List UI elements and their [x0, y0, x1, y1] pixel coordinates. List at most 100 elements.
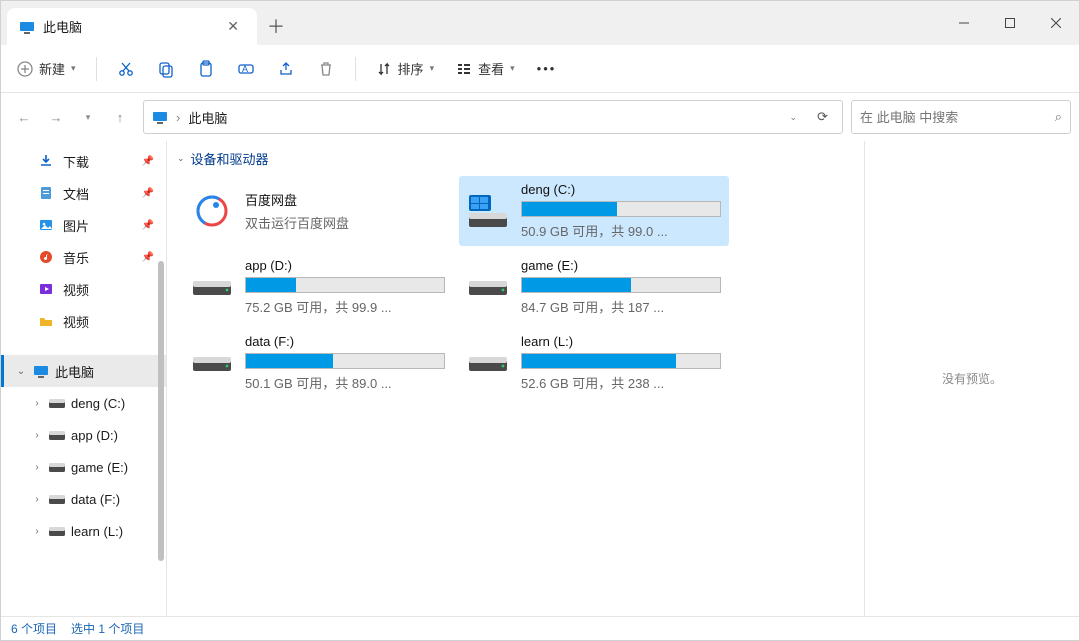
drive-usage-bar: [245, 353, 445, 369]
drive-free-text: 50.1 GB 可用，共 89.0 ...: [245, 373, 447, 392]
this-pc-icon: [33, 363, 49, 379]
group-header-label: 设备和驱动器: [191, 149, 269, 168]
sidebar-quick-folder[interactable]: 视频: [1, 305, 166, 337]
view-button[interactable]: 查看 ▾: [448, 53, 523, 84]
tab-title: 此电脑: [43, 17, 213, 36]
tab-close-button[interactable]: ✕: [221, 16, 245, 37]
scissors-icon: [117, 60, 135, 78]
sidebar-drive-gamee[interactable]: › game (E:): [1, 451, 166, 483]
file-explorer-window: 此电脑 ✕ ＋ 新建 ▾ A 排序 ▾: [0, 0, 1080, 641]
search-box[interactable]: ⌕: [851, 100, 1071, 134]
scrollbar-thumb[interactable]: [158, 261, 164, 561]
cut-button[interactable]: [109, 54, 143, 84]
document-icon: [37, 185, 55, 201]
tile-baidu-netdisk[interactable]: 百度网盘双击运行百度网盘: [183, 176, 453, 246]
delete-button[interactable]: [309, 54, 343, 84]
image-icon: [37, 217, 55, 233]
chevron-down-icon: ⌄: [177, 153, 185, 164]
chevron-right-icon[interactable]: ›: [31, 494, 43, 505]
sidebar-drive-appd[interactable]: ›app (D:): [1, 419, 166, 451]
sidebar-item-label: 图片: [63, 216, 89, 235]
sort-label: 排序: [398, 59, 424, 78]
sidebar-scrollbar[interactable]: [157, 261, 165, 586]
command-toolbar: 新建 ▾ A 排序 ▾ 查看 ▾ •••: [1, 45, 1079, 93]
paste-icon: [197, 60, 215, 78]
share-button[interactable]: [269, 54, 303, 84]
breadcrumb[interactable]: › 此电脑: [176, 108, 227, 127]
sidebar-quick-video[interactable]: 视频: [1, 273, 166, 305]
status-bar: 6 个项目 选中 1 个项目: [1, 616, 1079, 640]
preview-pane: 没有预览。: [864, 141, 1079, 616]
disk-icon: [49, 526, 65, 536]
sidebar-quick-music[interactable]: 音乐📌: [1, 241, 166, 273]
sidebar-item-label: learn (L:): [71, 524, 123, 539]
drive-f[interactable]: data (F:) 50.1 GB 可用，共 89.0 ...: [183, 328, 453, 398]
drive-d[interactable]: app (D:)75.2 GB 可用，共 99.9 ...: [183, 252, 453, 322]
chevron-down-icon[interactable]: ⌄: [784, 108, 804, 127]
new-tab-button[interactable]: ＋: [257, 7, 295, 45]
chevron-down-icon: ▾: [510, 63, 515, 74]
chevron-right-icon[interactable]: ›: [31, 462, 43, 473]
content-pane[interactable]: ⌄ 设备和驱动器 百度网盘双击运行百度网盘deng (C:)50.9 GB 可用…: [166, 141, 864, 616]
this-pc-icon: [19, 19, 35, 35]
chevron-right-icon[interactable]: ›: [31, 526, 43, 537]
sidebar-item-label: 视频: [63, 312, 89, 331]
titlebar: 此电脑 ✕ ＋: [1, 1, 1079, 45]
sort-button[interactable]: 排序 ▾: [368, 53, 443, 84]
pin-icon: 📌: [142, 188, 154, 199]
navigation-row: ← → ▾ ↑ › 此电脑 ⌄ ⟳ ⌕: [1, 93, 1079, 141]
sidebar-tree-this-pc[interactable]: ⌄此电脑: [1, 355, 166, 387]
minimize-button[interactable]: [941, 1, 987, 45]
separator: [355, 57, 356, 81]
sidebar-quick-document[interactable]: 文档 📌: [1, 177, 166, 209]
chevron-right-icon[interactable]: ›: [31, 398, 43, 409]
new-button[interactable]: 新建 ▾: [9, 53, 84, 84]
maximize-button[interactable]: [987, 1, 1033, 45]
sidebar-drive-dataf[interactable]: › data (F:): [1, 483, 166, 515]
more-icon: •••: [537, 61, 557, 76]
search-icon: ⌕: [1055, 109, 1062, 125]
group-header-devices[interactable]: ⌄ 设备和驱动器: [167, 141, 864, 176]
tab-this-pc[interactable]: 此电脑 ✕: [7, 8, 257, 45]
sidebar-item-label: data (F:): [71, 492, 120, 507]
sidebar-quick-image[interactable]: 图片📌: [1, 209, 166, 241]
rename-button[interactable]: A: [229, 54, 263, 84]
search-input[interactable]: [860, 110, 1047, 125]
disk-icon: [49, 398, 65, 408]
drive-label: data (F:): [245, 334, 447, 349]
nav-controls: ← → ▾ ↑: [9, 102, 135, 132]
chevron-right-icon[interactable]: ›: [31, 430, 43, 441]
body: 下载📌文档📌图片📌音乐📌视频视频⌄此电脑›deng (C:)›app (D:)›…: [1, 141, 1079, 616]
more-options-button[interactable]: •••: [529, 55, 565, 82]
recent-locations-button[interactable]: ▾: [73, 102, 103, 132]
back-button[interactable]: ←: [9, 102, 39, 132]
titlebar-drag-region[interactable]: [295, 1, 941, 45]
sidebar-quick-download[interactable]: 下载📌: [1, 145, 166, 177]
copy-button[interactable]: [149, 54, 183, 84]
disk-icon: [49, 462, 65, 472]
download-icon: [37, 153, 55, 169]
tab-strip: 此电脑 ✕ ＋: [1, 1, 295, 45]
svg-text:A: A: [242, 64, 248, 74]
refresh-button[interactable]: ⟳: [811, 105, 834, 129]
up-button[interactable]: ↑: [105, 102, 135, 132]
sidebar-drive-learnl[interactable]: › learn (L:): [1, 515, 166, 547]
sidebar-drive-dengc[interactable]: ›deng (C:): [1, 387, 166, 419]
drive-free-text: 75.2 GB 可用，共 99.9 ...: [245, 297, 447, 316]
sidebar-item-label: 文档: [63, 184, 89, 203]
forward-button[interactable]: →: [41, 102, 71, 132]
chevron-down-icon[interactable]: ⌄: [15, 366, 27, 377]
drive-e[interactable]: game (E:)84.7 GB 可用，共 187 ...: [459, 252, 729, 322]
drive-c[interactable]: deng (C:)50.9 GB 可用，共 99.0 ...: [459, 176, 729, 246]
drive-free-text: 50.9 GB 可用，共 99.0 ...: [521, 221, 723, 240]
pin-icon: 📌: [142, 252, 154, 263]
paste-button[interactable]: [189, 54, 223, 84]
drive-usage-bar: [521, 201, 721, 217]
breadcrumb-sep-icon: ›: [176, 110, 180, 125]
drive-usage-bar: [245, 277, 445, 293]
address-bar[interactable]: › 此电脑 ⌄ ⟳: [143, 100, 843, 134]
sidebar-item-label: game (E:): [71, 460, 128, 475]
close-button[interactable]: [1033, 1, 1079, 45]
drive-l[interactable]: learn (L:)52.6 GB 可用，共 238 ...: [459, 328, 729, 398]
chevron-down-icon: ▾: [71, 63, 76, 74]
